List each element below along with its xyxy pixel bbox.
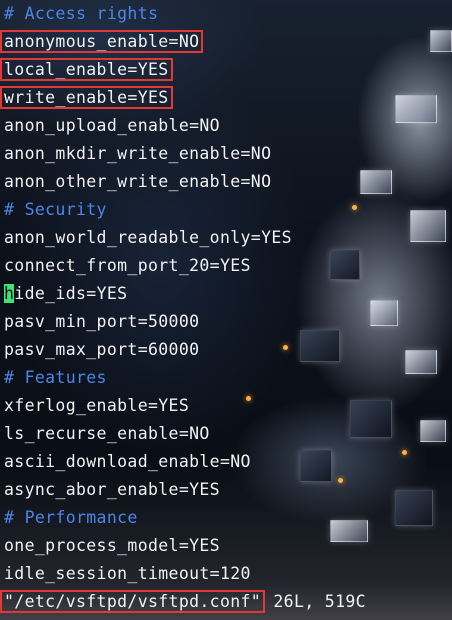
line-text: anon_upload_enable=NO xyxy=(4,116,220,135)
config-setting-line[interactable]: pasv_max_port=60000 xyxy=(4,336,366,364)
text-cursor: h xyxy=(4,284,15,303)
line-text: ls_recurse_enable=NO xyxy=(4,424,210,443)
config-setting-line[interactable]: connect_from_port_20=YES xyxy=(4,252,366,280)
highlighted-line-text: write_enable=YES xyxy=(0,86,173,109)
vim-editor-buffer[interactable]: # Access rights anonymous_enable=NO local_… xyxy=(0,0,366,616)
config-setting-line[interactable]: anon_upload_enable=NO xyxy=(4,112,366,140)
line-text: hide_ids=YES xyxy=(4,284,128,303)
line-text: anon_other_write_enable=NO xyxy=(4,172,272,191)
line-text: anon_mkdir_write_enable=NO xyxy=(4,144,272,163)
line-text: idle_session_timeout=120 xyxy=(4,564,251,583)
config-setting-line[interactable]: anon_other_write_enable=NO xyxy=(4,168,366,196)
config-setting-line[interactable]: idle_session_timeout=120 xyxy=(4,560,366,588)
config-setting-line[interactable]: anon_mkdir_write_enable=NO xyxy=(4,140,366,168)
line-text: # Access rights xyxy=(4,4,159,23)
config-setting-line[interactable]: xferlog_enable=YES xyxy=(4,392,366,420)
config-comment-line[interactable]: # Features xyxy=(4,364,366,392)
line-text: # Performance xyxy=(4,508,138,527)
config-setting-line[interactable]: ls_recurse_enable=NO xyxy=(4,420,366,448)
config-setting-line[interactable]: local_enable=YES xyxy=(0,56,366,84)
line-text: # Features xyxy=(4,368,107,387)
highlighted-line-text: local_enable=YES xyxy=(0,58,173,81)
line-text: pasv_max_port=60000 xyxy=(4,340,200,359)
line-text: # Security xyxy=(4,200,107,219)
highlighted-line-text: anonymous_enable=NO xyxy=(0,30,204,53)
config-setting-line[interactable]: hide_ids=YES xyxy=(4,280,366,308)
line-text: anon_world_readable_only=YES xyxy=(4,228,292,247)
config-comment-line[interactable]: # Performance xyxy=(4,504,366,532)
config-comment-line[interactable]: # Access rights xyxy=(4,0,366,28)
config-setting-line[interactable]: pasv_min_port=50000 xyxy=(4,308,366,336)
line-text: connect_from_port_20=YES xyxy=(4,256,251,275)
line-text: xferlog_enable=YES xyxy=(4,396,190,415)
config-setting-line[interactable]: one_process_model=YES xyxy=(4,532,366,560)
line-text: one_process_model=YES xyxy=(4,536,220,555)
line-text: async_abor_enable=YES xyxy=(4,480,220,499)
line-text: ascii_download_enable=NO xyxy=(4,452,251,471)
config-setting-line[interactable]: write_enable=YES xyxy=(0,84,366,112)
status-file-info: 26L, 519C xyxy=(263,592,366,611)
config-setting-line[interactable]: async_abor_enable=YES xyxy=(4,476,366,504)
config-comment-line[interactable]: # Security xyxy=(4,196,366,224)
config-setting-line[interactable]: ascii_download_enable=NO xyxy=(4,448,366,476)
status-filename: "/etc/vsftpd/vsftpd.conf" xyxy=(0,590,266,613)
line-text: pasv_min_port=50000 xyxy=(4,312,200,331)
config-setting-line[interactable]: anonymous_enable=NO xyxy=(0,28,366,56)
config-setting-line[interactable]: anon_world_readable_only=YES xyxy=(4,224,366,252)
vim-status-line: "/etc/vsftpd/vsftpd.conf" 26L, 519C xyxy=(0,588,366,616)
